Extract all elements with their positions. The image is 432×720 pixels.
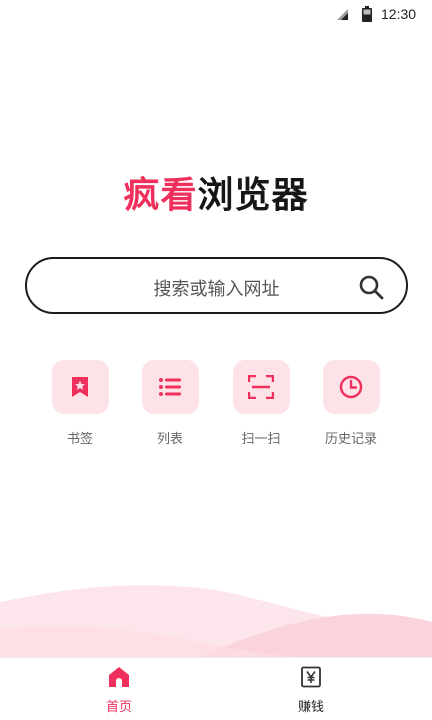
tab-earn[interactable]: 赚钱 [271,666,351,715]
shortcut-list[interactable]: 列表 [135,360,205,447]
logo-dark-text: 浏览器 [197,175,309,216]
home-icon [109,667,129,687]
search-input[interactable]: 搜索或输入网址 [25,257,408,314]
search-placeholder: 搜索或输入网址 [153,279,280,300]
tab-home[interactable]: 首页 [79,666,159,715]
shortcut-history-label: 历史记录 [324,432,377,447]
search-icon[interactable] [358,274,384,300]
signal-icon [337,9,348,20]
shortcut-list-label: 列表 [156,432,183,447]
list-icon [159,378,181,396]
logo-accent-text: 疯看 [123,175,198,216]
scan-icon [248,375,274,399]
tab-earn-label: 赚钱 [297,700,324,715]
shortcut-scan-label: 扫一扫 [241,432,281,447]
shortcut-bookmark-label: 书签 [66,432,93,447]
bookmark-icon [72,377,88,397]
shortcut-scan[interactable]: 扫一扫 [226,360,296,447]
decorative-waves [0,585,432,660]
battery-icon [362,6,372,22]
history-clock-icon [339,375,363,399]
status-bar: 12:30 [0,0,432,30]
shortcut-scan-tile[interactable] [232,360,290,414]
tab-home-label: 首页 [105,700,132,715]
yen-icon [301,666,321,688]
bottom-tab-bar: 首页 赚钱 [0,657,432,720]
shortcut-bookmark-tile[interactable] [51,360,109,414]
shortcut-grid: 书签 列表 扫一扫 历史记录 [0,360,432,450]
app-logo: 疯看浏览器 [0,166,432,218]
shortcut-history-tile[interactable] [322,360,380,414]
status-time: 12:30 [381,6,417,22]
shortcut-history[interactable]: 历史记录 [316,360,386,447]
shortcut-bookmark[interactable]: 书签 [45,360,115,447]
shortcut-list-tile[interactable] [141,360,199,414]
